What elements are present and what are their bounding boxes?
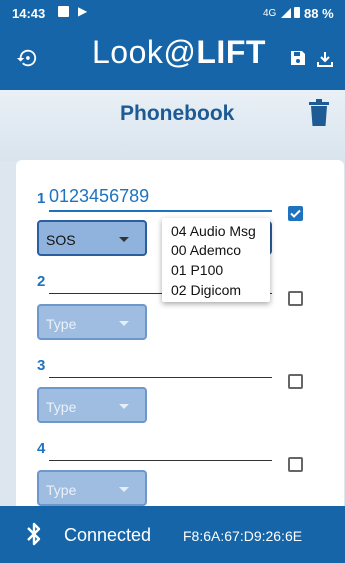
entry-4-phone-input[interactable] [49,460,272,461]
entry-4-number: 4 [37,440,46,457]
network-type: 4G [263,8,277,19]
download-icon[interactable] [316,50,334,68]
entry-1-phone-underline [49,210,272,212]
play-notification-icon: ▶ [78,4,88,18]
entry-1-phone-input[interactable]: 0123456789 [49,186,149,207]
entry-2-checkbox[interactable] [288,291,303,306]
chevron-down-icon [119,487,129,492]
page-title: Phonebook [120,102,235,125]
image-notification-icon [58,6,69,17]
entry-3-number: 3 [37,357,46,374]
entry-3-checkbox[interactable] [288,374,303,389]
connection-bar: Connected F8:6A:67:D9:26:6E [0,506,345,563]
chevron-down-icon [119,404,129,409]
entry-2-type-dropdown[interactable]: Type [37,304,147,340]
status-bar: 14:43 ▶ 4G 88 % [0,0,345,26]
history-icon[interactable] [16,47,38,69]
entry-1-type-value: SOS [46,232,76,248]
chevron-down-icon [119,237,129,242]
save-icon[interactable] [290,50,306,66]
device-address: F8:6A:67:D9:26:6E [183,528,303,544]
battery-level: 88 % [304,6,334,21]
entry-4-type-value: Type [46,482,77,498]
entry-4-type-dropdown[interactable]: Type [37,470,147,506]
entry-3-type-value: Type [46,399,77,415]
connection-status: Connected [64,525,152,545]
status-time: 14:43 [12,6,46,21]
signal-icon [281,8,291,18]
app-logo: Look@LIFT [92,34,266,71]
type-option[interactable]: 01 P100 [171,262,223,278]
logo-suffix: LIFT [196,34,266,70]
type-option[interactable]: 02 Digicom [171,282,241,298]
entry-2-type-value: Type [46,316,77,332]
entry-1-number: 1 [37,190,46,207]
trash-icon[interactable] [308,99,330,127]
check-icon [290,209,301,218]
entry-1-type-dropdown[interactable]: SOS [37,220,147,256]
entry-3-type-dropdown[interactable]: Type [37,387,147,423]
entry-1-checkbox[interactable] [288,206,303,221]
type-option[interactable]: 00 Ademco [171,242,241,258]
entry-3-phone-input[interactable] [49,377,272,378]
app-bar: Look@LIFT [0,26,345,90]
type-dropdown-menu: 04 Audio Msg 00 Ademco 01 P100 02 Digico… [162,218,270,302]
bluetooth-icon [27,522,41,546]
logo-prefix: Look@ [92,34,197,70]
entry-4-checkbox[interactable] [288,457,303,472]
battery-icon [294,7,300,18]
entry-2-number: 2 [37,273,46,290]
chevron-down-icon [119,321,129,326]
type-option[interactable]: 04 Audio Msg [171,223,256,239]
